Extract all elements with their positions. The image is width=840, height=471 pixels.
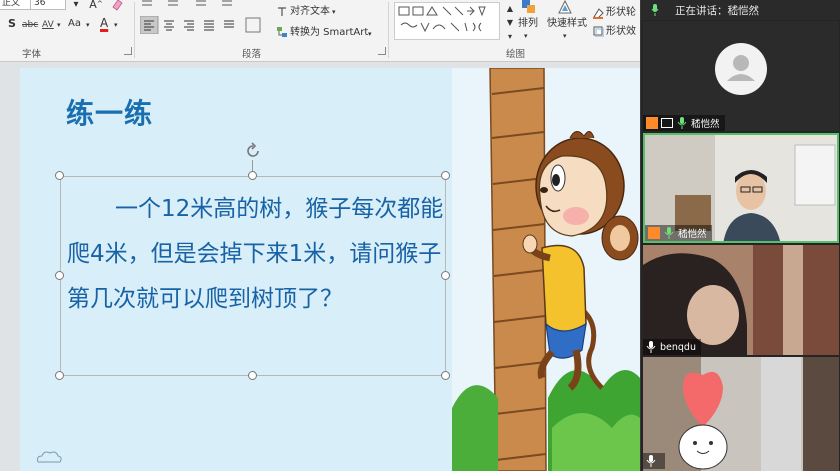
divider	[388, 2, 389, 58]
quick-styles-button[interactable]: 快速样式	[547, 18, 587, 30]
drawing-group-label: 绘图	[506, 49, 526, 60]
alignment-buttons	[139, 15, 268, 35]
participant-tile[interactable]	[643, 357, 839, 471]
list-buttons-row	[138, 0, 268, 10]
participant-tile[interactable]: 嵇恺然	[643, 21, 839, 131]
align-text-dropdown[interactable]: ▾	[332, 6, 336, 18]
mic-icon	[646, 341, 656, 353]
change-case-button[interactable]: Aa	[68, 18, 81, 30]
divider	[134, 2, 135, 58]
gallery-expand[interactable]: ▾	[502, 28, 518, 44]
speaking-indicator: 正在讲话：嵇恺然	[641, 0, 840, 20]
font-group-label: 字体	[22, 49, 42, 60]
resize-handle[interactable]	[55, 271, 64, 280]
speaking-label: 正在讲话：嵇恺然	[675, 4, 759, 17]
body-textbox[interactable]: 一个12米高的树，猴子每次都能爬4米，但是会掉下来1米，请问猴子第几次就可以爬到…	[60, 176, 446, 376]
shapes-gallery[interactable]	[394, 2, 500, 40]
participant-namebar: 嵇恺然	[643, 115, 725, 131]
participant-video	[643, 357, 839, 471]
avatar	[715, 43, 767, 95]
slide-editor-area: 练一练 一个12米高的树，猴子每次都能爬4米，但是会掉下来1米，请问猴子第几次就…	[0, 62, 640, 471]
shape-effects-icon[interactable]	[591, 24, 605, 38]
char-spacing-dropdown[interactable]: ▾	[57, 19, 61, 31]
arrange-button[interactable]: 排列	[518, 18, 538, 30]
font-dialog-launcher[interactable]	[124, 47, 132, 55]
smartart-icon[interactable]	[274, 24, 290, 40]
shape-fill-icon[interactable]	[591, 6, 605, 20]
question-text[interactable]: 一个12米高的树，猴子每次都能爬4米，但是会掉下来1米，请问猴子第几次就可以爬到…	[67, 187, 447, 322]
smartart-dropdown[interactable]: ▾	[368, 28, 372, 40]
ribbon-toolbar: 正文 36 ▾ A ^ S abc AV ▾ Aa ▾ A ▾ 字体 对齐文本 …	[0, 0, 640, 62]
char-spacing-button[interactable]: AV	[42, 19, 54, 31]
clear-format-icon[interactable]	[108, 0, 124, 12]
resize-handle[interactable]	[55, 171, 64, 180]
monkey-illustration	[452, 68, 640, 471]
shadow-button[interactable]: S	[8, 18, 16, 30]
font-size-value: 36	[34, 0, 46, 8]
mic-icon	[677, 117, 687, 129]
paragraph-group-label: 段落	[242, 49, 262, 60]
host-icon	[646, 117, 658, 129]
mic-icon	[664, 227, 674, 239]
resize-handle[interactable]	[441, 371, 450, 380]
mic-icon	[646, 455, 656, 467]
participant-namebar	[643, 453, 665, 469]
participant-tile[interactable]: benqdu	[643, 245, 839, 355]
video-conference-panel: 正在讲话：嵇恺然 嵇恺然 嵇恺然 benqdu	[640, 0, 840, 471]
strikethrough-button[interactable]: abc	[22, 19, 38, 31]
participant-tile-active[interactable]: 嵇恺然	[643, 133, 839, 243]
participant-name: 嵇恺然	[678, 229, 707, 240]
text-direction-icon[interactable]	[274, 4, 290, 20]
align-left-button[interactable]	[139, 15, 159, 35]
font-color-button[interactable]: A	[100, 17, 108, 29]
host-icon	[648, 227, 660, 239]
user-placeholder-icon	[727, 55, 755, 81]
shape-effects-button[interactable]: 形状效	[606, 26, 636, 38]
list-icons[interactable]	[138, 0, 268, 11]
screen: 正文 36 ▾ A ^ S abc AV ▾ Aa ▾ A ▾ 字体 对齐文本 …	[0, 0, 840, 471]
arrange-dropdown[interactable]: ▾	[524, 30, 528, 42]
rotate-handle-icon[interactable]	[244, 142, 262, 160]
resize-handle[interactable]	[55, 371, 64, 380]
resize-handle[interactable]	[248, 371, 257, 380]
grow-font-button[interactable]: A ^	[88, 0, 104, 12]
resize-handle[interactable]	[441, 171, 450, 180]
resize-handle[interactable]	[441, 271, 450, 280]
screen-share-icon	[661, 118, 673, 128]
font-color-dropdown[interactable]: ▾	[114, 19, 118, 31]
font-name-value: 正文	[2, 0, 21, 8]
font-size-box[interactable]: 36	[30, 0, 66, 10]
slide-canvas[interactable]: 练一练 一个12米高的树，猴子每次都能爬4米，但是会掉下来1米，请问猴子第几次就…	[20, 68, 640, 471]
change-case-dropdown[interactable]: ▾	[86, 19, 90, 31]
resize-handle[interactable]	[248, 171, 257, 180]
paragraph-dialog-launcher[interactable]	[378, 47, 386, 55]
convert-smartart-button[interactable]: 转换为 SmartArt	[290, 27, 368, 39]
font-size-dropdown[interactable]: ▾	[68, 0, 84, 12]
participant-namebar: benqdu	[643, 339, 701, 355]
arrange-icon[interactable]	[520, 0, 538, 16]
cloud-decoration-icon	[34, 446, 64, 466]
mic-icon	[651, 4, 659, 16]
participant-name: 嵇恺然	[691, 119, 720, 130]
shape-outline-button[interactable]: 形状轮	[606, 7, 636, 19]
quick-styles-dropdown[interactable]: ▾	[563, 30, 567, 42]
quick-styles-icon[interactable]	[556, 0, 574, 16]
align-text-button[interactable]: 对齐文本	[290, 6, 330, 18]
participant-namebar: 嵇恺然	[645, 225, 712, 241]
participant-name: benqdu	[660, 341, 696, 353]
slide-title[interactable]: 练一练	[66, 92, 153, 132]
